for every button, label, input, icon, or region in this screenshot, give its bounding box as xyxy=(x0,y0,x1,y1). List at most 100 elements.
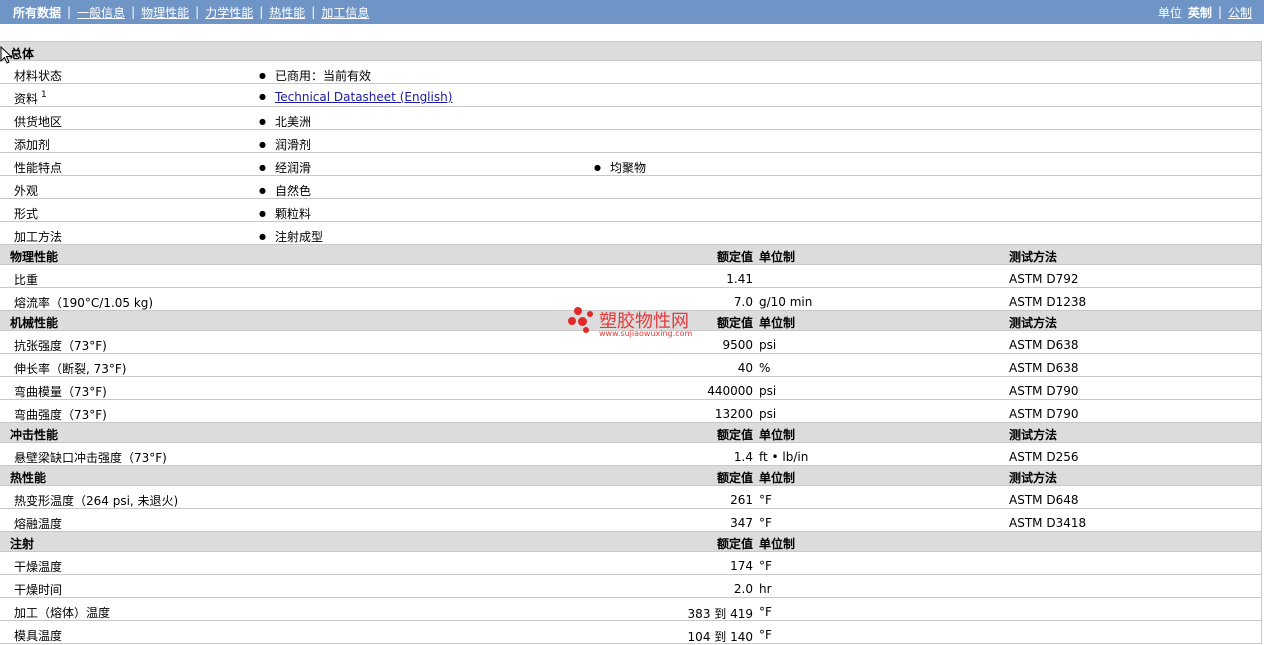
property-row: 熔融温度 347 °F ASTM D3418 xyxy=(0,509,1261,532)
row-value: 1.41 xyxy=(726,272,753,286)
col-header-test: 测试方法 xyxy=(1009,471,1058,485)
row-unit: g/10 min xyxy=(759,295,813,309)
row-label-text: 资料 xyxy=(14,92,39,106)
row-value: 1.4 xyxy=(733,450,753,464)
nav-thermal[interactable]: 热性能 xyxy=(269,4,305,21)
row-label: 悬壁梁缺口冲击强度（73°F) xyxy=(14,451,167,465)
row-label: 熔融温度 xyxy=(14,517,63,531)
row-value: 174 xyxy=(730,559,753,573)
row-test-method: ASTM D638 xyxy=(1009,338,1079,352)
nav-separator: | xyxy=(131,5,136,19)
row-unit: hr xyxy=(759,582,772,596)
section-header-injection: 注射 额定值 单位制 xyxy=(0,532,1261,552)
watermark-url: www.sujiaowuxing.com xyxy=(599,329,693,338)
row-label: 模具温度 xyxy=(14,629,63,643)
col-header-test: 测试方法 xyxy=(1009,428,1058,442)
nav-physical[interactable]: 物理性能 xyxy=(141,4,189,21)
property-row: 模具温度 104 到 140 °F xyxy=(0,621,1261,644)
row-value: 自然色 xyxy=(259,182,311,199)
row-value: 均聚物 xyxy=(594,159,646,176)
row-label: 干燥温度 xyxy=(14,560,63,574)
general-row-additive: 添加剂 润滑剂 xyxy=(0,130,1261,153)
section-header-general: 总体 xyxy=(0,41,1261,61)
row-value: Technical Datasheet (English) xyxy=(259,90,452,104)
row-value: 440000 xyxy=(707,384,753,398)
row-label: 弯曲强度（73°F) xyxy=(14,408,107,422)
row-value: 润滑剂 xyxy=(259,136,311,153)
general-row-processing: 加工方法 注射成型 xyxy=(0,222,1261,245)
row-label: 弯曲模量（73°F) xyxy=(14,385,107,399)
row-label: 外观 xyxy=(14,184,39,198)
nav-separator: | xyxy=(259,5,264,19)
footnote-marker: 1 xyxy=(41,90,47,100)
row-label: 性能特点 xyxy=(14,161,63,175)
section-title: 物理性能 xyxy=(10,250,59,264)
section-title: 注射 xyxy=(10,537,35,551)
row-value: 40 xyxy=(737,361,753,375)
row-value: 104 到 140 xyxy=(687,630,753,644)
row-label: 熔流率（190°C/1.05 kg) xyxy=(14,296,154,310)
property-row: 热变形温度（264 psi, 未退火) 261 °F ASTM D648 xyxy=(0,486,1261,509)
row-label: 供货地区 xyxy=(14,115,63,129)
row-value: 北美洲 xyxy=(259,113,311,130)
row-unit: °F xyxy=(759,493,772,507)
row-value: 347 xyxy=(730,516,753,530)
row-test-method: ASTM D790 xyxy=(1009,384,1079,398)
section-header-impact: 冲击性能 额定值 单位制 测试方法 xyxy=(0,423,1261,443)
watermark: 塑胶物性网 www.sujiaowuxing.com xyxy=(568,305,708,345)
row-value: 已商用：当前有效 xyxy=(259,67,371,84)
row-label: 添加剂 xyxy=(14,138,51,152)
general-row-appearance: 外观 自然色 xyxy=(0,176,1261,199)
row-test-method: ASTM D1238 xyxy=(1009,295,1087,309)
row-test-method: ASTM D3418 xyxy=(1009,516,1087,530)
nav-general-info[interactable]: 一般信息 xyxy=(77,4,125,21)
row-value: 383 到 419 xyxy=(687,607,753,621)
row-label: 资料 1 xyxy=(14,90,47,107)
section-header-physical: 物理性能 额定值 单位制 测试方法 xyxy=(0,245,1261,265)
nav-all-data[interactable]: 所有数据 xyxy=(13,4,61,21)
row-label: 形式 xyxy=(14,207,39,221)
row-test-method: ASTM D638 xyxy=(1009,361,1079,375)
row-unit: °F xyxy=(759,516,772,530)
nav-separator: | xyxy=(67,5,72,19)
col-header-value: 额定值 xyxy=(716,250,753,264)
row-unit: ft • lb/in xyxy=(759,450,809,464)
general-row-region: 供货地区 北美洲 xyxy=(0,107,1261,130)
section-header-thermal: 热性能 额定值 单位制 测试方法 xyxy=(0,466,1261,486)
col-header-value: 额定值 xyxy=(716,471,753,485)
unit-metric[interactable]: 公制 xyxy=(1228,4,1252,21)
datasheet-link[interactable]: Technical Datasheet (English) xyxy=(275,90,452,104)
row-test-method: ASTM D256 xyxy=(1009,450,1079,464)
row-value: 2.0 xyxy=(733,582,753,596)
general-row-docs: 资料1 Technical Datasheet (English) xyxy=(0,84,1261,107)
row-unit: psi xyxy=(759,384,777,398)
unit-imperial[interactable]: 英制 xyxy=(1188,4,1212,21)
row-label: 抗张强度（73°F) xyxy=(14,339,107,353)
property-row: 加工（熔体）温度 383 到 419 °F xyxy=(0,598,1261,621)
unit-switcher: 单位 英制 | 公制 xyxy=(1158,4,1252,21)
watermark-logo-dot xyxy=(578,317,587,326)
row-value: 经润滑 xyxy=(259,159,311,176)
nav-mechanical[interactable]: 力学性能 xyxy=(205,4,253,21)
section-title: 机械性能 xyxy=(10,316,59,330)
row-test-method: ASTM D790 xyxy=(1009,407,1079,421)
row-unit: psi xyxy=(759,338,777,352)
row-value: 13200 xyxy=(714,407,753,421)
general-row-status: 材料状态 已商用：当前有效 xyxy=(0,61,1261,84)
row-label: 干燥时间 xyxy=(14,583,63,597)
property-row: 干燥温度 174 °F xyxy=(0,552,1261,575)
mouse-cursor-icon xyxy=(0,46,12,64)
section-nav: 所有数据 | 一般信息 | 物理性能 | 力学性能 | 热性能 | 加工信息 xyxy=(13,4,369,21)
col-header-unit: 单位制 xyxy=(759,428,796,442)
nav-processing[interactable]: 加工信息 xyxy=(321,4,369,21)
watermark-logo-dot xyxy=(587,311,593,317)
property-row: 干燥时间 2.0 hr xyxy=(0,575,1261,598)
row-label: 伸长率（断裂, 73°F) xyxy=(14,362,127,376)
row-label: 比重 xyxy=(14,273,39,287)
property-row: 悬壁梁缺口冲击强度（73°F) 1.4 ft • lb/in ASTM D256 xyxy=(0,443,1261,466)
col-header-test: 测试方法 xyxy=(1009,316,1058,330)
row-test-method: ASTM D648 xyxy=(1009,493,1079,507)
row-label: 加工方法 xyxy=(14,230,63,244)
row-value: 261 xyxy=(730,493,753,507)
col-header-value: 额定值 xyxy=(716,537,753,551)
